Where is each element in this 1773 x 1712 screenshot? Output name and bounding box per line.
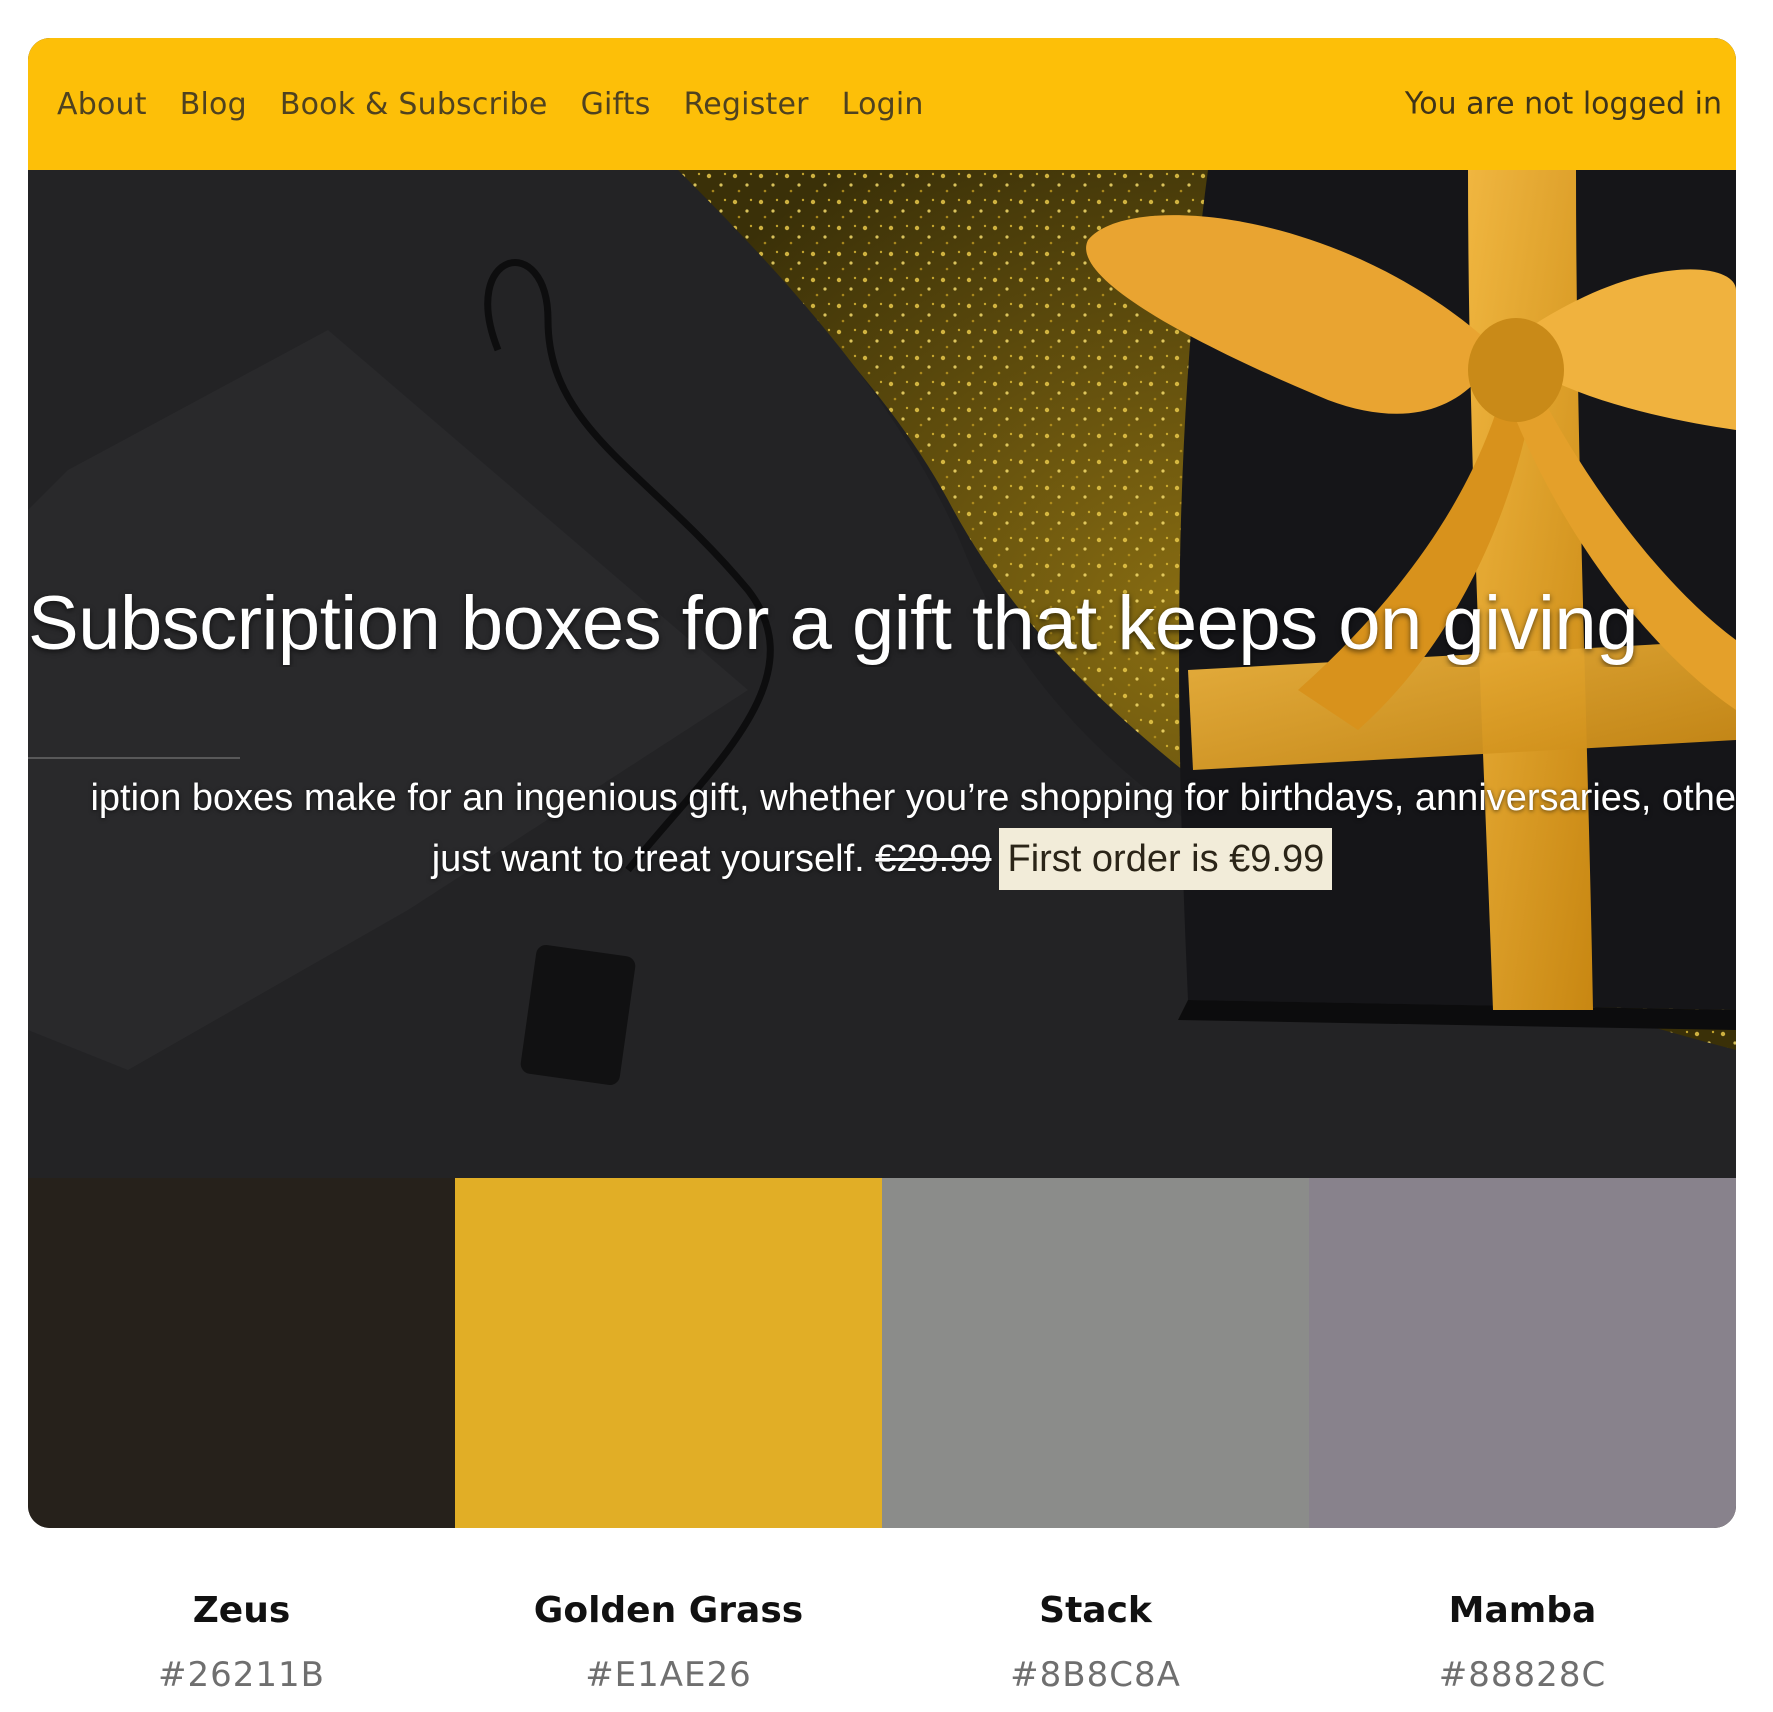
color-hex: #8B8C8A [1010, 1655, 1181, 1695]
color-hex: #26211B [158, 1655, 325, 1695]
hero-text-prefix: just want to treat yourself. [431, 838, 876, 880]
nav-item-login[interactable]: Login [842, 87, 924, 122]
swatch-mamba [1309, 1178, 1736, 1528]
color-name: Golden Grass [533, 1590, 804, 1631]
color-name: Stack [1039, 1590, 1152, 1631]
color-swatches [28, 1178, 1736, 1528]
hero-section: Subscription boxes for a gift that keeps… [28, 170, 1736, 1178]
hero-title: Subscription boxes for a gift that keeps… [28, 581, 1638, 666]
login-status-text: You are not logged in [1404, 86, 1722, 122]
color-name: Mamba [1448, 1590, 1597, 1631]
nav-item-book-subscribe[interactable]: Book & Subscribe [280, 87, 548, 122]
nav-item-gifts[interactable]: Gifts [581, 87, 651, 122]
website-mockup-card: About Blog Book & Subscribe Gifts Regist… [28, 38, 1736, 1528]
palette-label-stack: Stack #8B8C8A [882, 1590, 1309, 1695]
palette-label-zeus: Zeus #26211B [28, 1590, 455, 1695]
palette-label-golden-grass: Golden Grass #E1AE26 [455, 1590, 882, 1695]
hero-gift-image [28, 170, 1736, 1178]
nav-item-blog[interactable]: Blog [180, 87, 247, 122]
hero-description: iption boxes make for an ingenious gift,… [28, 768, 1736, 898]
swatch-stack [882, 1178, 1309, 1528]
promo-badge: First order is €9.99 [999, 828, 1333, 890]
top-navbar: About Blog Book & Subscribe Gifts Regist… [28, 38, 1736, 170]
nav-links: About Blog Book & Subscribe Gifts Regist… [28, 87, 957, 122]
hero-text-line2: just want to treat yourself. €29.99 First… [28, 828, 1736, 890]
swatch-zeus [28, 1178, 455, 1528]
hero-text-line1: iption boxes make for an ingenious gift,… [90, 777, 1736, 819]
color-hex: #E1AE26 [585, 1655, 752, 1695]
nav-item-about[interactable]: About [57, 87, 147, 122]
color-name: Zeus [192, 1590, 291, 1631]
palette-labels: Zeus #26211B Golden Grass #E1AE26 Stack … [28, 1590, 1736, 1695]
palette-label-mamba: Mamba #88828C [1309, 1590, 1736, 1695]
old-price: €29.99 [875, 838, 992, 880]
hero-divider [28, 757, 240, 759]
color-hex: #88828C [1438, 1655, 1607, 1695]
swatch-golden-grass [455, 1178, 882, 1528]
nav-item-register[interactable]: Register [684, 87, 809, 122]
